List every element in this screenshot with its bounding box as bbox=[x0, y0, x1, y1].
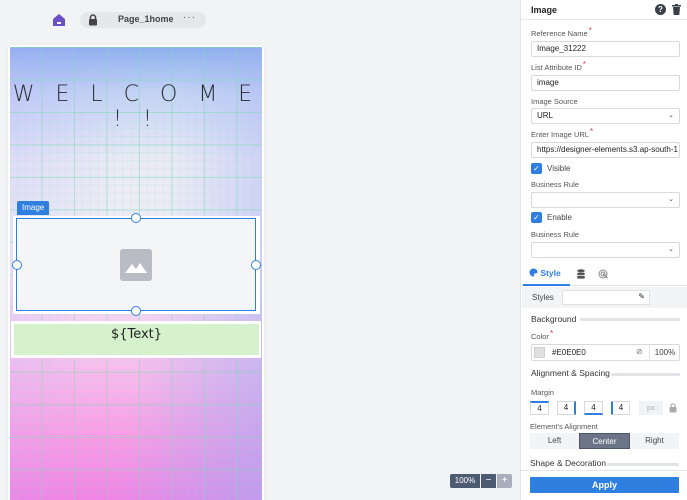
alignment-toggle-group: Left Center Right bbox=[530, 433, 679, 449]
pencil-icon[interactable]: ✎ bbox=[638, 292, 645, 301]
styles-label: Styles bbox=[532, 293, 554, 302]
chevron-down-icon: ⌄ bbox=[668, 196, 674, 203]
align-left-button[interactable]: Left bbox=[530, 433, 579, 449]
panel-title: Image bbox=[531, 5, 558, 15]
business-rule-select-visible[interactable]: ⌄ bbox=[531, 192, 680, 208]
section-divider bbox=[611, 373, 680, 376]
styles-row: Styles ✎ bbox=[522, 287, 687, 308]
text-component[interactable]: ${Text} bbox=[14, 324, 259, 355]
margin-right-input[interactable]: 4 bbox=[557, 401, 576, 415]
zoom-control: 100% − + bbox=[450, 474, 512, 488]
visible-checkbox[interactable]: ✓ bbox=[531, 163, 542, 174]
section-divider bbox=[580, 318, 680, 321]
color-label: Color* bbox=[531, 329, 554, 341]
footer-divider bbox=[521, 470, 687, 471]
zoom-in-button[interactable]: + bbox=[497, 474, 512, 488]
home-icon[interactable] bbox=[52, 13, 66, 27]
chevron-down-icon: ⌄ bbox=[668, 246, 674, 253]
color-swatch[interactable] bbox=[534, 347, 545, 358]
image-url-label: Enter Image URL* bbox=[531, 127, 594, 139]
zoom-out-button[interactable]: − bbox=[481, 474, 496, 488]
active-tab-indicator bbox=[523, 284, 570, 286]
background-heading: Background bbox=[531, 314, 577, 324]
alignment-spacing-heading: Alignment & Spacing bbox=[531, 368, 610, 378]
database-icon[interactable] bbox=[577, 269, 585, 279]
enable-checkbox[interactable]: ✓ bbox=[531, 212, 542, 223]
margin-left-input[interactable]: 4 bbox=[611, 401, 630, 415]
image-placeholder-icon bbox=[120, 249, 152, 281]
reference-name-input[interactable]: Image_31222 bbox=[531, 41, 680, 57]
resize-handle-right[interactable] bbox=[251, 260, 261, 270]
image-url-input[interactable]: https://designer-elements.s3.ap-south-1 bbox=[531, 142, 680, 158]
business-rule-select-enable[interactable]: ⌄ bbox=[531, 242, 680, 258]
list-attribute-id-label: List Attribute ID* bbox=[531, 60, 586, 72]
image-source-label: Image Source bbox=[531, 97, 578, 106]
shape-decoration-heading: Shape & Decoration bbox=[530, 458, 607, 468]
interaction-icon[interactable] bbox=[598, 269, 608, 279]
panel-header: Image ? bbox=[521, 0, 687, 20]
opacity-input[interactable]: 100% bbox=[649, 345, 680, 360]
image-source-value: URL bbox=[537, 111, 554, 120]
color-input[interactable]: #E0E0E0 ⊘ 100% bbox=[531, 344, 680, 361]
help-icon[interactable]: ? bbox=[655, 4, 666, 15]
page-selector[interactable]: Page_1home ··· bbox=[80, 12, 206, 28]
business-rule-label: Business Rule bbox=[531, 230, 579, 239]
list-attribute-id-input[interactable]: image bbox=[531, 75, 680, 91]
section-divider bbox=[607, 463, 679, 466]
more-options-icon[interactable]: ··· bbox=[183, 12, 196, 23]
margin-bottom-input[interactable]: 4 bbox=[584, 401, 603, 415]
app-root: Page_1home ··· W E L C O M E ! ! Image $… bbox=[0, 0, 687, 500]
lock-icon bbox=[89, 14, 97, 26]
element-alignment-label: Element's Alignment bbox=[530, 422, 598, 431]
align-center-button[interactable]: Center bbox=[579, 433, 630, 449]
visible-label: Visible bbox=[547, 164, 571, 173]
palette-icon bbox=[529, 268, 538, 277]
business-rule-label: Business Rule bbox=[531, 180, 579, 189]
chevron-down-icon: ⌄ bbox=[668, 112, 674, 119]
margin-top-input[interactable]: 4 bbox=[530, 401, 549, 415]
resize-handle-top[interactable] bbox=[131, 213, 141, 223]
image-source-select[interactable]: URL ⌄ bbox=[531, 108, 680, 124]
zoom-level: 100% bbox=[450, 474, 480, 488]
trash-icon[interactable] bbox=[672, 4, 681, 15]
styles-input[interactable]: ✎ bbox=[562, 290, 650, 305]
selected-component-tag: Image bbox=[17, 201, 50, 215]
page-name: Page_1home bbox=[118, 14, 174, 24]
apply-button[interactable]: Apply bbox=[530, 477, 679, 493]
no-fill-icon[interactable]: ⊘ bbox=[636, 347, 643, 356]
enable-label: Enable bbox=[547, 213, 572, 222]
margin-label: Margin bbox=[531, 388, 554, 397]
unit-selector[interactable]: px bbox=[639, 401, 663, 415]
resize-handle-left[interactable] bbox=[12, 260, 22, 270]
lock-icon[interactable] bbox=[669, 403, 677, 413]
tab-style[interactable]: Style bbox=[529, 268, 561, 278]
color-hex-value: #E0E0E0 bbox=[552, 348, 586, 357]
panel-tabs: Style bbox=[521, 264, 687, 286]
reference-name-label: Reference Name* bbox=[531, 26, 592, 38]
align-right-button[interactable]: Right bbox=[630, 433, 679, 449]
welcome-heading[interactable]: W E L C O M E ! ! bbox=[8, 82, 264, 132]
resize-handle-bottom[interactable] bbox=[131, 306, 141, 316]
